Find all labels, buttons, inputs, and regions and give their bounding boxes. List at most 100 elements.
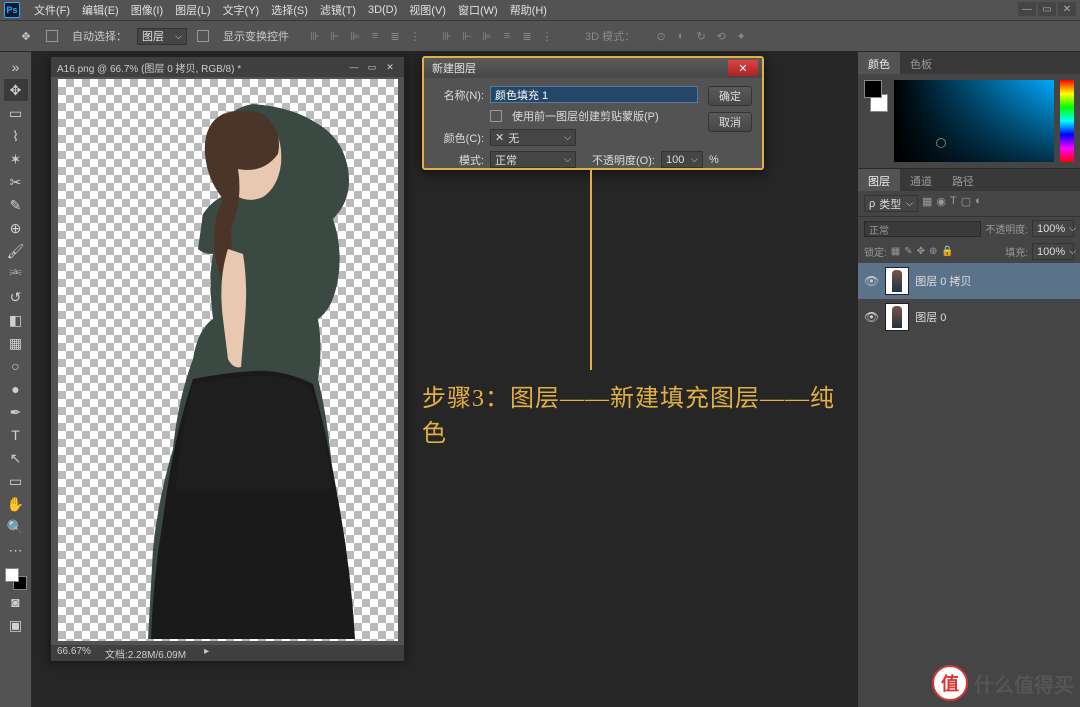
mode3d-icon[interactable]: ↻ xyxy=(693,28,709,44)
lasso-tool[interactable]: ⌇ xyxy=(4,125,28,147)
filter-icon[interactable]: ▦ xyxy=(922,195,932,212)
auto-select-dropdown[interactable]: 图层 xyxy=(137,28,187,45)
distribute-icon[interactable]: ≣ xyxy=(519,28,535,44)
tab-color[interactable]: 颜色 xyxy=(858,52,900,74)
lock-icon[interactable]: 🔒 xyxy=(941,246,953,257)
filter-icon[interactable]: ◉ xyxy=(936,195,946,212)
filter-icon[interactable]: ▢ xyxy=(961,195,971,212)
color-swatch-panel[interactable] xyxy=(864,80,888,112)
layer-item[interactable]: 👁 图层 0 拷贝 xyxy=(858,263,1080,299)
blur-tool[interactable]: ○ xyxy=(4,355,28,377)
dialog-title: 新建图层 xyxy=(424,58,762,78)
tab-channels[interactable]: 通道 xyxy=(900,169,942,191)
marquee-tool[interactable]: ▭ xyxy=(4,102,28,124)
screenmode-tool[interactable]: ▣ xyxy=(4,614,28,636)
heal-tool[interactable]: ⊕ xyxy=(4,217,28,239)
brush-tool[interactable]: 🖌 xyxy=(4,240,28,262)
align-icon[interactable]: ⋮ xyxy=(407,28,423,44)
history-brush-tool[interactable]: ↺ xyxy=(4,286,28,308)
lock-icon[interactable]: ⊕ xyxy=(929,246,937,257)
menu-help[interactable]: 帮助(H) xyxy=(504,0,553,20)
color-panel: 颜色 色板 xyxy=(858,52,1080,169)
distribute-icon[interactable]: ⊪ xyxy=(439,28,455,44)
text-tool[interactable]: T xyxy=(4,424,28,446)
quickmask-tool[interactable]: ◙ xyxy=(4,591,28,613)
path-tool[interactable]: ↖ xyxy=(4,447,28,469)
filter-icon[interactable]: ◐ xyxy=(975,195,982,212)
lock-icon[interactable]: ✥ xyxy=(917,246,925,257)
mode3d-icon[interactable]: ⊙ xyxy=(653,28,669,44)
window-maximize[interactable]: ▭ xyxy=(1038,2,1056,16)
clip-mask-checkbox[interactable] xyxy=(490,110,502,122)
opacity-input[interactable]: 100 xyxy=(661,151,703,168)
align-icon[interactable]: ⊩ xyxy=(327,28,343,44)
align-icon[interactable]: ≣ xyxy=(387,28,403,44)
mode3d-icon[interactable]: ◐ xyxy=(673,28,689,44)
dialog-close-button[interactable]: ✕ xyxy=(728,60,758,76)
tab-layers[interactable]: 图层 xyxy=(858,169,900,191)
menu-view[interactable]: 视图(V) xyxy=(403,0,452,20)
zoom-tool[interactable]: 🔍 xyxy=(4,516,28,538)
document-canvas[interactable] xyxy=(51,77,404,645)
color-field[interactable] xyxy=(894,80,1054,162)
menu-layer[interactable]: 图层(L) xyxy=(169,0,216,20)
menu-text[interactable]: 文字(Y) xyxy=(217,0,266,20)
doc-close[interactable]: ✕ xyxy=(382,60,398,74)
eraser-tool[interactable]: ◧ xyxy=(4,309,28,331)
distribute-icon[interactable]: ⊩ xyxy=(459,28,475,44)
mode3d-icon[interactable]: ⟲ xyxy=(713,28,729,44)
collapse-icon[interactable]: » xyxy=(4,56,28,78)
doc-maximize[interactable]: ▭ xyxy=(364,60,380,74)
eyedropper-tool[interactable]: ✎ xyxy=(4,194,28,216)
menu-window[interactable]: 窗口(W) xyxy=(452,0,504,20)
ok-button[interactable]: 确定 xyxy=(708,86,752,106)
tab-paths[interactable]: 路径 xyxy=(942,169,984,191)
wand-tool[interactable]: ✶ xyxy=(4,148,28,170)
layer-item[interactable]: 👁 图层 0 xyxy=(858,299,1080,335)
blend-mode-dropdown[interactable]: 正常 xyxy=(864,221,981,237)
crop-tool[interactable]: ✂ xyxy=(4,171,28,193)
menu-image[interactable]: 图像(I) xyxy=(125,0,169,20)
edit-toolbar[interactable]: ⋯ xyxy=(4,539,28,561)
move-tool[interactable]: ✥ xyxy=(4,79,28,101)
menu-filter[interactable]: 滤镜(T) xyxy=(314,0,362,20)
dodge-tool[interactable]: ● xyxy=(4,378,28,400)
color-swatch[interactable] xyxy=(5,568,27,590)
distribute-icon[interactable]: ≡ xyxy=(499,28,515,44)
distribute-icon[interactable]: ⋮ xyxy=(539,28,555,44)
layer-opacity-input[interactable]: 100% xyxy=(1032,220,1074,237)
color-dropdown[interactable]: ✕无 xyxy=(490,129,576,146)
stamp-tool[interactable]: ⎃ xyxy=(4,263,28,285)
window-minimize[interactable]: — xyxy=(1018,2,1036,16)
lock-icon[interactable]: ✎ xyxy=(904,246,912,257)
menu-3d[interactable]: 3D(D) xyxy=(362,2,403,18)
hue-slider[interactable] xyxy=(1060,80,1074,162)
menu-select[interactable]: 选择(S) xyxy=(265,0,314,20)
shape-tool[interactable]: ▭ xyxy=(4,470,28,492)
window-close[interactable]: ✕ xyxy=(1058,2,1076,16)
gradient-tool[interactable]: ▦ xyxy=(4,332,28,354)
layer-name: 图层 0 xyxy=(915,309,946,325)
hand-tool[interactable]: ✋ xyxy=(4,493,28,515)
layer-fill-input[interactable]: 100% xyxy=(1032,243,1074,260)
menu-edit[interactable]: 编辑(E) xyxy=(76,0,125,20)
distribute-icon[interactable]: ⊫ xyxy=(479,28,495,44)
layer-kind-dropdown[interactable]: ρ类型 xyxy=(864,195,918,212)
align-icon[interactable]: ⊪ xyxy=(307,28,323,44)
align-icon[interactable]: ≡ xyxy=(367,28,383,44)
filter-icon[interactable]: T xyxy=(950,195,957,212)
tab-swatches[interactable]: 色板 xyxy=(900,52,942,74)
auto-select-checkbox[interactable] xyxy=(46,30,58,42)
mode3d-icon[interactable]: ✦ xyxy=(733,28,749,44)
show-transform-checkbox[interactable] xyxy=(197,30,209,42)
visibility-icon[interactable]: 👁 xyxy=(864,274,879,288)
name-input[interactable] xyxy=(490,86,698,103)
pen-tool[interactable]: ✒ xyxy=(4,401,28,423)
doc-minimize[interactable]: — xyxy=(346,60,362,74)
cancel-button[interactable]: 取消 xyxy=(708,112,752,132)
align-icon[interactable]: ⊫ xyxy=(347,28,363,44)
mode-dropdown[interactable]: 正常 xyxy=(490,151,576,168)
menu-file[interactable]: 文件(F) xyxy=(28,0,76,20)
lock-icon[interactable]: ▦ xyxy=(891,246,900,257)
visibility-icon[interactable]: 👁 xyxy=(864,310,879,324)
